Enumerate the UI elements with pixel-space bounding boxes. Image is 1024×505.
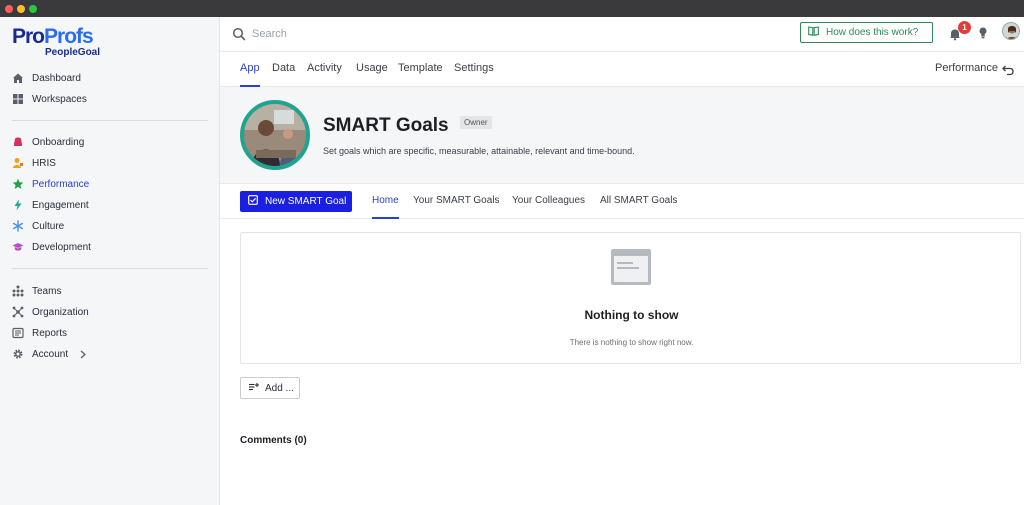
empty-state-subtitle: There is nothing to show right now. [569, 338, 694, 347]
sidebar-item-label: Development [32, 241, 91, 253]
subtab-all-smart-goals[interactable]: All SMART Goals [600, 195, 677, 219]
sidebar-item-reports[interactable]: Reports [12, 324, 67, 342]
sidebar-item-organization[interactable]: Organization [12, 303, 89, 321]
tab-app[interactable]: App [240, 62, 260, 87]
sidebar-item-label: Onboarding [32, 136, 85, 148]
lightbulb-icon[interactable] [977, 26, 989, 40]
tab-settings[interactable]: Settings [454, 62, 494, 87]
add-button-label: Add ... [265, 382, 294, 394]
add-button[interactable]: Add ... [240, 377, 300, 399]
window-titlebar [0, 0, 1024, 17]
sidebar-item-label: Organization [32, 306, 89, 318]
subtab-your-colleagues[interactable]: Your Colleagues [512, 195, 585, 219]
sidebar-item-label: HRIS [32, 157, 56, 169]
sidebar-item-label: Engagement [32, 199, 89, 211]
empty-state-card: Nothing to show There is nothing to show… [240, 232, 1021, 364]
tab-usage[interactable]: Usage [356, 62, 388, 87]
bolt-icon [12, 199, 24, 211]
sidebar-divider [12, 120, 208, 121]
app-header-banner: SMART Goals Owner Set goals which are sp… [220, 87, 1024, 184]
minimize-window-button[interactable] [17, 5, 25, 13]
sidebar-item-culture[interactable]: Culture [12, 217, 64, 235]
maximize-window-button[interactable] [29, 5, 37, 13]
sidebar-item-label: Culture [32, 220, 65, 232]
sidebar-item-label: Workspaces [32, 93, 87, 105]
app-subnav: New SMART Goal Home Your SMART Goals You… [220, 184, 1024, 219]
new-smart-goal-button[interactable]: New SMART Goal [240, 191, 352, 212]
comments-heading: Comments (0) [240, 435, 307, 446]
sidebar-item-label: Reports [32, 327, 68, 339]
home-icon [12, 72, 24, 84]
tab-template[interactable]: Template [398, 62, 443, 87]
sidebar-item-teams[interactable]: Teams [12, 282, 61, 300]
close-window-button[interactable] [5, 5, 13, 13]
performance-back-link[interactable]: Performance [935, 62, 998, 74]
tab-activity[interactable]: Activity [307, 62, 342, 87]
app-title: SMART Goals [323, 115, 449, 136]
sidebar-item-label: Teams [32, 285, 62, 297]
star-icon [12, 178, 24, 190]
onboarding-icon [12, 136, 24, 148]
how-does-this-work-button[interactable]: How does this work? [800, 22, 933, 43]
add-list-icon [248, 382, 260, 395]
sidebar-item-label: Performance [32, 178, 90, 190]
proprofs-logo[interactable]: ProProfs PeopleGoal [12, 25, 101, 59]
sidebar-item-account[interactable]: Account [12, 345, 87, 363]
how-does-this-work-label: How does this work? [826, 27, 919, 38]
empty-document-icon [610, 248, 652, 286]
sidebar-item-onboarding[interactable]: Onboarding [12, 133, 84, 151]
top-bar: How does this work? 1 [220, 17, 1024, 52]
snowflake-icon [12, 220, 24, 232]
sidebar-item-engagement[interactable]: Engagement [12, 196, 89, 214]
logo-product-name: PeopleGoal [45, 47, 101, 58]
sidebar-divider [12, 268, 208, 269]
app-description: Set goals which are specific, measurable… [323, 146, 635, 156]
owner-badge: Owner [460, 116, 492, 129]
sidebar: ProProfs PeopleGoal Dashboard Workspaces… [0, 17, 220, 505]
sidebar-item-development[interactable]: Development [12, 238, 91, 256]
sidebar-item-performance[interactable]: Performance [12, 175, 89, 193]
checkbox-icon [248, 195, 258, 208]
search-input[interactable] [252, 25, 452, 43]
user-avatar[interactable] [1002, 22, 1020, 40]
new-smart-goal-label: New SMART Goal [265, 196, 347, 207]
app-cover-image [240, 100, 310, 170]
logo-wordmark: ProProfs [12, 25, 94, 48]
subtab-home[interactable]: Home [372, 195, 399, 219]
sidebar-item-dashboard[interactable]: Dashboard [12, 69, 81, 87]
grid-icon [12, 93, 24, 105]
hris-icon [12, 157, 24, 169]
search-icon [232, 27, 246, 41]
empty-state-title: Nothing to show [584, 308, 679, 322]
org-icon [12, 306, 24, 318]
graduation-cap-icon [12, 241, 24, 253]
subtab-your-smart-goals[interactable]: Your SMART Goals [413, 195, 500, 219]
book-icon [808, 26, 819, 39]
tab-data[interactable]: Data [272, 62, 295, 87]
app-tabs-bar: App Data Activity Usage Template Setting… [220, 52, 1024, 87]
sidebar-item-label: Account [32, 348, 69, 360]
chevron-right-icon [80, 350, 87, 359]
sidebar-item-label: Dashboard [32, 72, 81, 84]
notification-count-badge: 1 [958, 21, 971, 34]
sidebar-item-workspaces[interactable]: Workspaces [12, 90, 87, 108]
app-window: ProProfs PeopleGoal Dashboard Workspaces… [0, 0, 1024, 505]
gear-icon [12, 348, 24, 360]
sidebar-item-hris[interactable]: HRIS [12, 154, 56, 172]
teams-icon [12, 285, 24, 297]
undo-arrow-icon[interactable] [1002, 63, 1014, 76]
reports-icon [12, 327, 24, 339]
